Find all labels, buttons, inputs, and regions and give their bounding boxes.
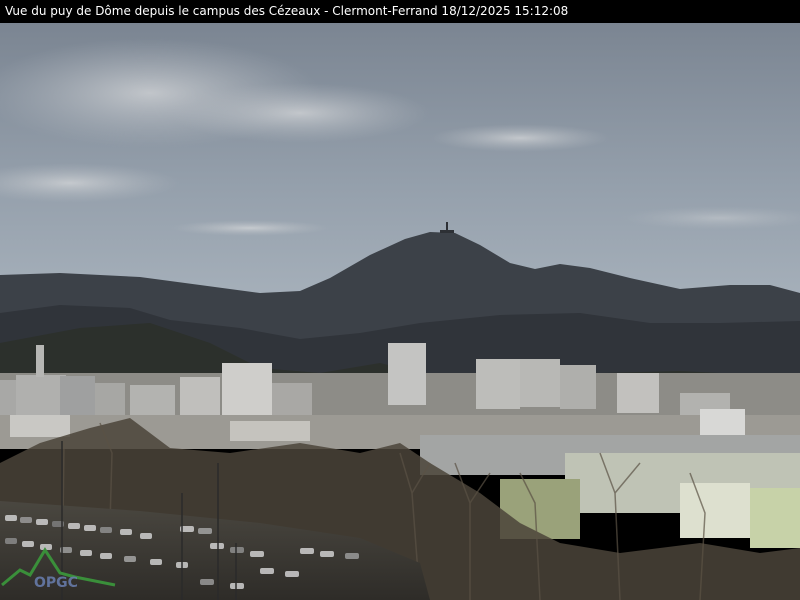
webcam-image [0, 23, 800, 600]
opgc-logo-text: OPGC [34, 575, 78, 591]
caption-text: Vue du puy de Dôme depuis le campus des … [5, 4, 569, 18]
caption-bar: Vue du puy de Dôme depuis le campus des … [0, 0, 800, 23]
opgc-logo: OPGC [1, 547, 116, 591]
